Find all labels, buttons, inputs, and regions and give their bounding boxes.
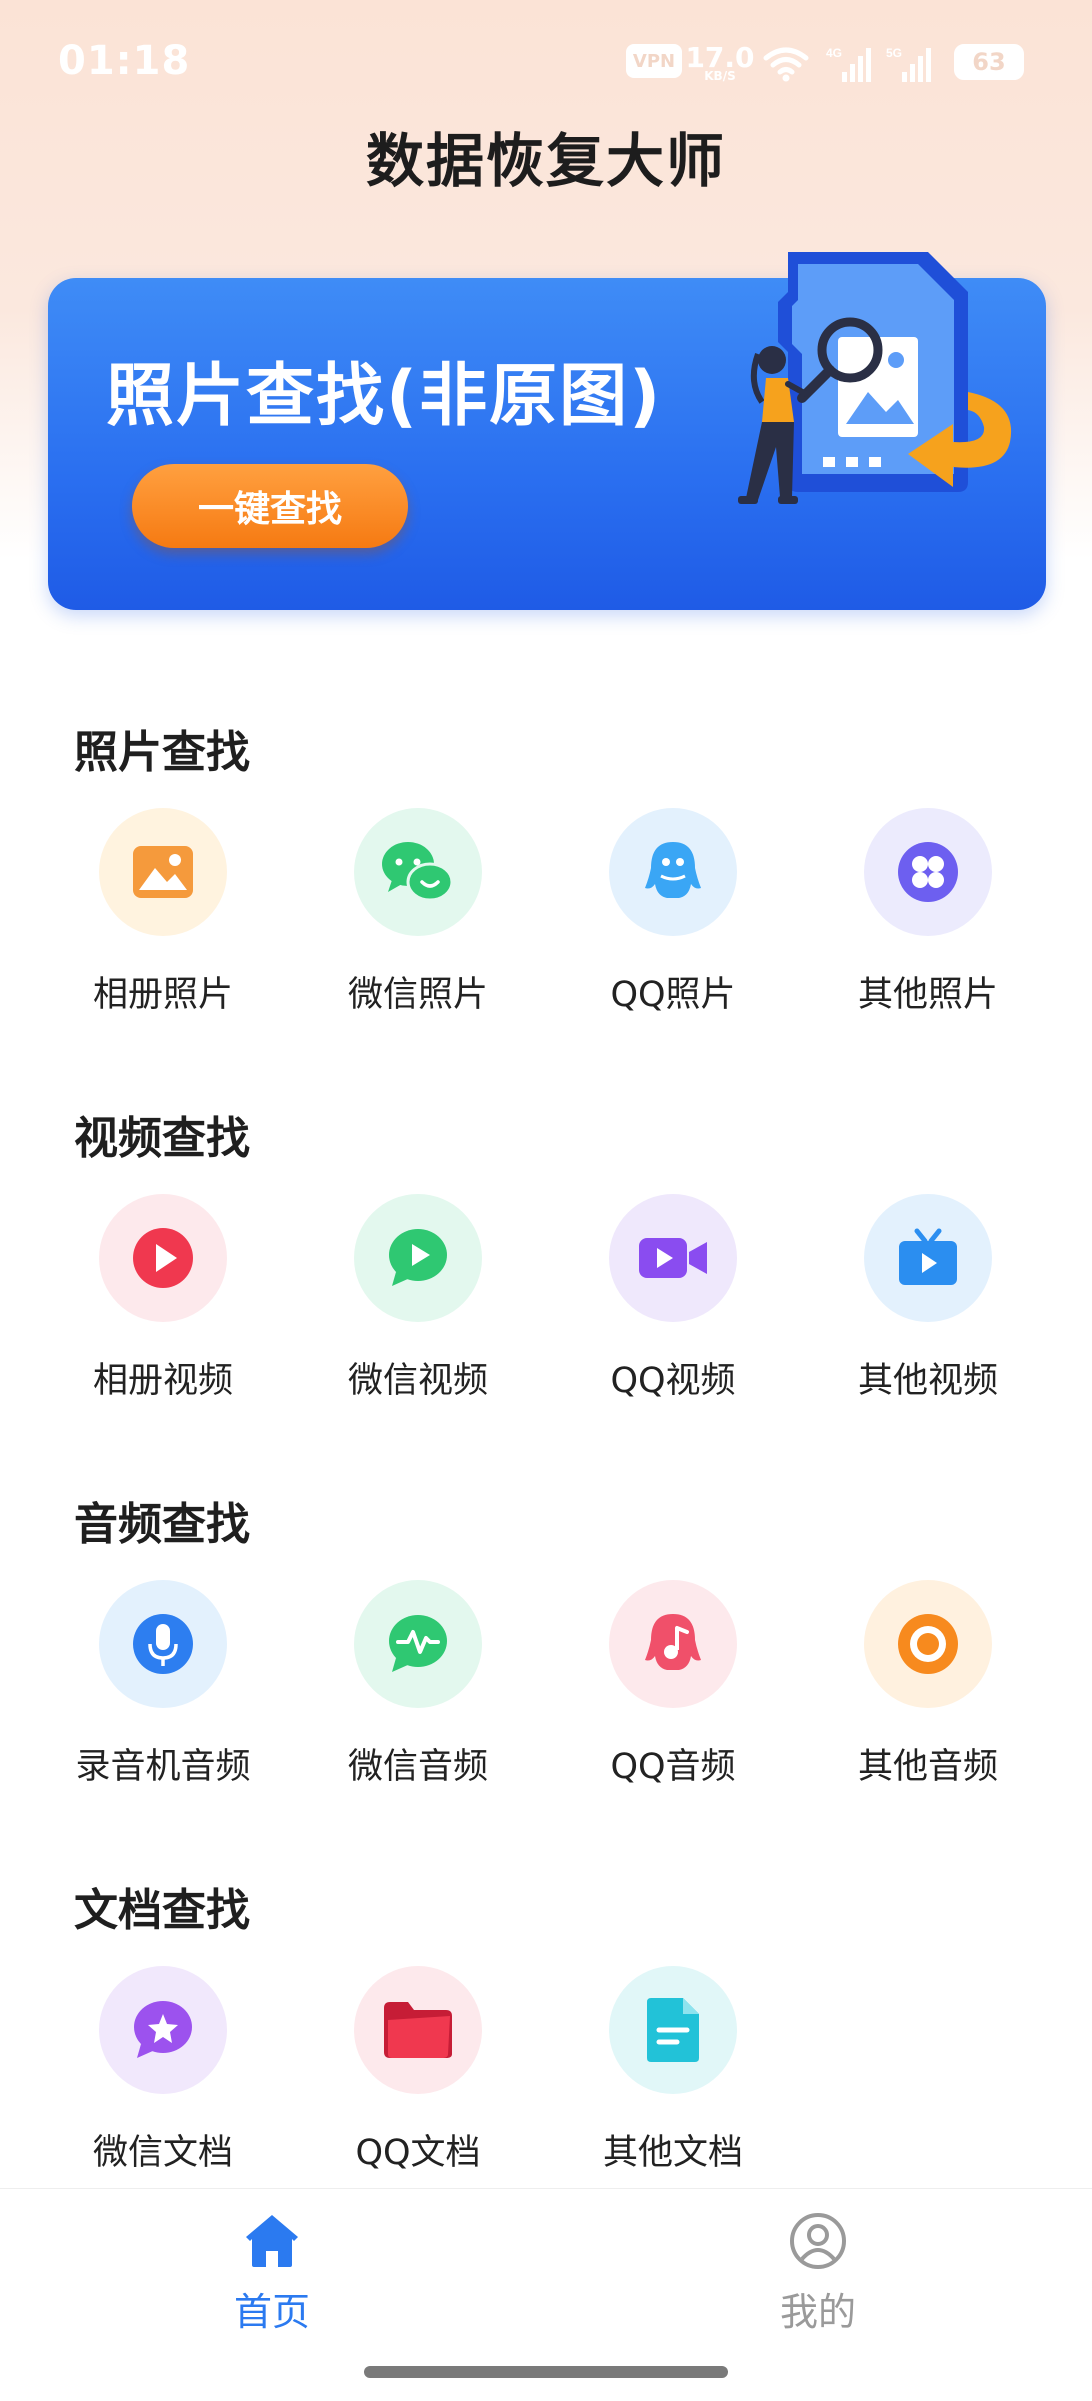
battery-indicator: 63 bbox=[954, 44, 1024, 80]
item-label: 微信视频 bbox=[347, 1361, 488, 1401]
wechat-video-icon bbox=[354, 1194, 482, 1322]
play-icon bbox=[99, 1194, 227, 1322]
item-label: QQ文档 bbox=[355, 2133, 481, 2173]
home-indicator[interactable] bbox=[364, 2366, 728, 2378]
folder-icon bbox=[354, 1966, 482, 2094]
banner-title: 照片查找(非原图) bbox=[106, 357, 663, 436]
wifi-icon bbox=[760, 44, 812, 84]
item-label: QQ视频 bbox=[610, 1361, 736, 1401]
audio-other-item[interactable]: 其他音频 bbox=[800, 1580, 1056, 1810]
music-penguin-icon bbox=[609, 1580, 737, 1708]
vinyl-icon bbox=[864, 1580, 992, 1708]
nav-home-label: 首页 bbox=[233, 2290, 310, 2334]
item-label: 相册视频 bbox=[92, 1361, 233, 1401]
item-label: 微信照片 bbox=[347, 975, 488, 1015]
one-click-search-button[interactable]: 一键查找 bbox=[132, 464, 408, 548]
section-title-document: 文档查找 bbox=[74, 1885, 250, 1936]
network-speed-unit: KB/S bbox=[704, 69, 736, 83]
nav-home[interactable]: 首页 bbox=[162, 2211, 382, 2361]
item-label: QQ音频 bbox=[610, 1747, 736, 1787]
item-label: 微信文档 bbox=[92, 2133, 233, 2173]
sd-card-search-illustration bbox=[738, 252, 1012, 504]
home-icon bbox=[246, 2215, 298, 2267]
doc-qq-item[interactable]: QQ文档 bbox=[290, 1966, 546, 2196]
microphone-icon bbox=[99, 1580, 227, 1708]
photo-qq-item[interactable]: QQ照片 bbox=[545, 808, 801, 1038]
section-title-audio: 音频查找 bbox=[74, 1499, 250, 1550]
signal-4g-label: 4G bbox=[826, 46, 842, 60]
status-bar: 01:18 VPN 17.0 KB/S 4G 5G 63 bbox=[0, 0, 1092, 130]
nav-mine[interactable]: 我的 bbox=[708, 2211, 928, 2361]
section-title-video: 视频查找 bbox=[74, 1113, 250, 1164]
audio-recorder-item[interactable]: 录音机音频 bbox=[35, 1580, 291, 1810]
network-speed: 17.0 KB/S bbox=[685, 44, 754, 84]
wechat-icon bbox=[354, 808, 482, 936]
item-label: 其他视频 bbox=[857, 1361, 998, 1401]
photo-other-item[interactable]: 其他照片 bbox=[800, 808, 1056, 1038]
photo-search-banner[interactable]: 照片查找(非原图) 一键查找 bbox=[48, 252, 1046, 610]
video-camera-icon bbox=[609, 1194, 737, 1322]
video-album-item[interactable]: 相册视频 bbox=[35, 1194, 291, 1424]
voice-message-icon bbox=[354, 1580, 482, 1708]
tv-icon bbox=[864, 1194, 992, 1322]
item-label: 其他文档 bbox=[602, 2133, 743, 2173]
doc-wechat-item[interactable]: 微信文档 bbox=[35, 1966, 291, 2196]
item-label: 其他音频 bbox=[857, 1747, 998, 1787]
vpn-badge: VPN bbox=[626, 44, 682, 78]
item-label: 其他照片 bbox=[857, 975, 998, 1015]
album-photo-icon bbox=[99, 808, 227, 936]
page-title: 数据恢复大师 bbox=[365, 127, 726, 195]
item-label: 相册照片 bbox=[92, 975, 233, 1015]
video-wechat-item[interactable]: 微信视频 bbox=[290, 1194, 546, 1424]
document-icon bbox=[609, 1966, 737, 2094]
signal-5g-label: 5G bbox=[886, 46, 902, 60]
photo-wechat-item[interactable]: 微信照片 bbox=[290, 808, 546, 1038]
video-other-item[interactable]: 其他视频 bbox=[800, 1194, 1056, 1424]
status-time: 01:18 bbox=[58, 38, 191, 84]
star-chat-icon bbox=[99, 1966, 227, 2094]
photo-album-item[interactable]: 相册照片 bbox=[35, 808, 291, 1038]
user-profile-icon bbox=[790, 2213, 846, 2269]
item-label: 微信音频 bbox=[347, 1747, 488, 1787]
nav-mine-label: 我的 bbox=[779, 2290, 856, 2334]
signal-5g-icon: 5G bbox=[886, 44, 932, 84]
item-label: 录音机音频 bbox=[75, 1747, 251, 1787]
video-qq-item[interactable]: QQ视频 bbox=[545, 1194, 801, 1424]
doc-other-item[interactable]: 其他文档 bbox=[545, 1966, 801, 2196]
network-speed-value: 17.0 bbox=[685, 41, 755, 74]
audio-wechat-item[interactable]: 微信音频 bbox=[290, 1580, 546, 1810]
section-title-photo: 照片查找 bbox=[74, 727, 250, 778]
audio-qq-item[interactable]: QQ音频 bbox=[545, 1580, 801, 1810]
signal-4g-icon: 4G bbox=[826, 44, 872, 84]
item-label: QQ照片 bbox=[610, 975, 736, 1015]
qq-penguin-icon bbox=[609, 808, 737, 936]
other-grid-icon bbox=[864, 808, 992, 936]
